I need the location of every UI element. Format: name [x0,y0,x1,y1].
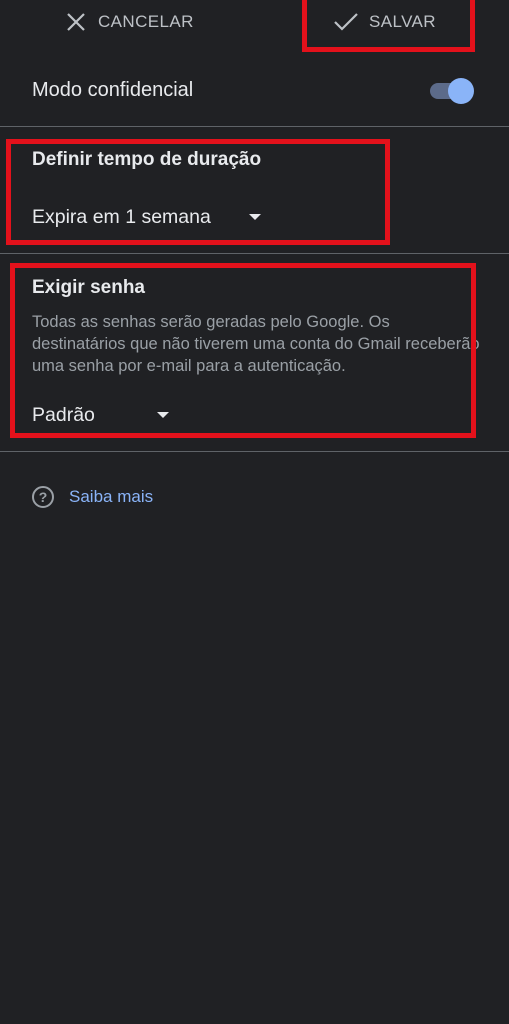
cancel-button-label: CANCELAR [98,12,194,31]
save-button[interactable]: SALVAR [333,0,436,44]
password-select-value: Padrão [32,403,95,426]
divider [0,451,509,452]
close-icon [66,12,98,32]
confidential-mode-label: Modo confidencial [32,79,194,101]
dropdown-arrow-icon [248,214,261,220]
expiration-select[interactable]: Expira em 1 semana [32,202,261,232]
expiration-title: Definir tempo de duração [32,149,262,170]
divider [0,253,509,254]
toggle-thumb [448,78,474,104]
save-button-label: SALVAR [369,12,436,31]
password-select[interactable]: Padrão [32,400,169,430]
learn-more-link[interactable]: Saiba mais [69,487,153,507]
help-row: ? Saiba mais [32,484,153,510]
confidential-mode-toggle[interactable] [428,78,474,104]
divider [0,126,509,127]
confidential-mode-row: Modo confidencial [0,62,509,122]
dropdown-arrow-icon [156,412,169,418]
expiration-select-value: Expira em 1 semana [32,205,211,228]
help-icon: ? [32,486,54,508]
password-title: Exigir senha [32,277,145,298]
top-toolbar: CANCELAR SALVAR [0,0,509,48]
cancel-button[interactable]: CANCELAR [66,0,194,44]
check-icon [333,12,369,32]
password-description: Todas as senhas serão geradas pelo Googl… [32,313,480,375]
